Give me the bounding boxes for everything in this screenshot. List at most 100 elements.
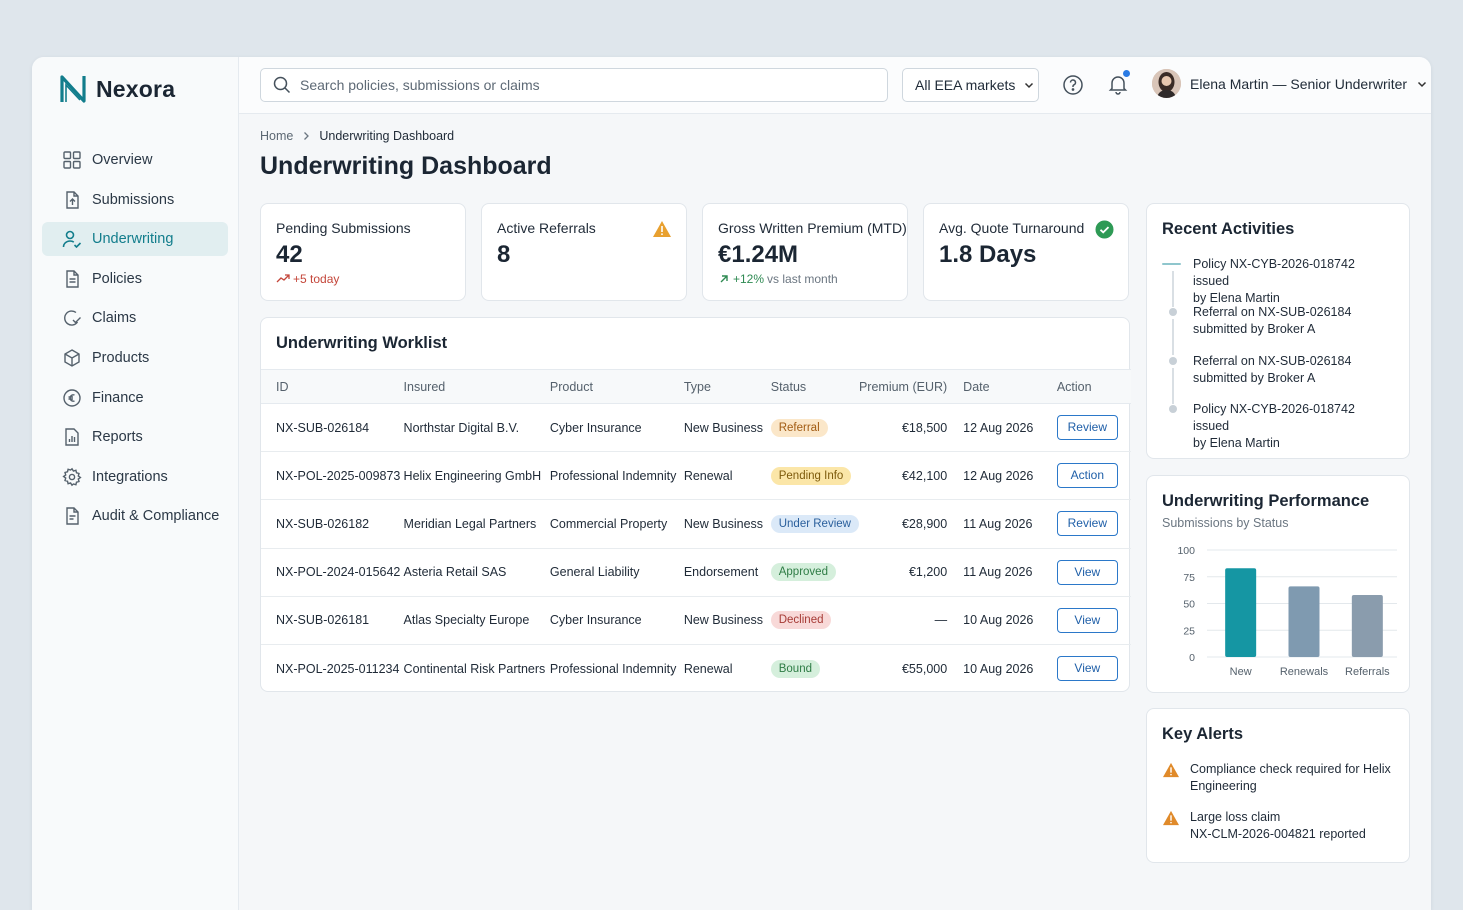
avatar	[1152, 69, 1181, 98]
cell-type: Renewal	[683, 661, 733, 676]
cell-premium: €42,100	[901, 468, 948, 483]
column-header[interactable]: ID	[261, 370, 404, 404]
cell-product: Commercial Property	[549, 516, 668, 531]
activity-item[interactable]: Referral on NX-SUB-026184 submitted by B…	[1162, 304, 1392, 356]
view-button[interactable]: View	[1056, 607, 1118, 633]
cell-action: View	[1043, 548, 1131, 596]
help-icon[interactable]	[1062, 74, 1084, 96]
page-title: Underwriting Dashboard	[260, 152, 552, 180]
user-menu[interactable]: Elena Martin — Senior Underwriter	[1152, 69, 1428, 98]
table-row[interactable]: NX-SUB-026182 Meridian Legal Partners Co…	[261, 500, 1131, 549]
activity-subtext: by Elena Martin	[1193, 436, 1280, 451]
table-row[interactable]: NX-SUB-026184 Northstar Digital B.V. Cyb…	[261, 404, 1131, 452]
worklist-title: Underwriting Worklist	[276, 334, 448, 352]
view-button[interactable]: View	[1056, 559, 1118, 585]
cell-premium: €55,000	[901, 661, 948, 676]
kpi-delta-suffix: vs last month	[767, 272, 838, 286]
sidebar-item-policies[interactable]: Policies	[42, 262, 228, 296]
table-row[interactable]: NX-SUB-026181 Atlas Specialty Europe Cyb…	[261, 596, 1131, 645]
sidebar-item-claims[interactable]: Claims	[42, 301, 228, 335]
review-button[interactable]: Review	[1056, 511, 1118, 537]
warning-icon	[1163, 762, 1179, 778]
notification-dot	[1123, 70, 1130, 77]
column-header[interactable]: Status	[771, 370, 859, 404]
notifications-button[interactable]	[1107, 70, 1130, 100]
kpi-value: 42	[276, 241, 303, 268]
kpi-label: Pending Submissions	[276, 220, 411, 236]
alert-item[interactable]: Large loss claim NX-CLM-2026-004821 repo…	[1162, 809, 1402, 843]
cell-status: Pending Info	[770, 452, 859, 500]
review-button[interactable]: Review	[1056, 415, 1118, 441]
column-header[interactable]: Type	[684, 370, 771, 404]
timeline-line	[1172, 319, 1174, 356]
brand-logo[interactable]: Nexora	[59, 74, 175, 104]
activity-item[interactable]: Referral on NX-SUB-026184 submitted by B…	[1162, 353, 1392, 404]
cell-action: View	[1043, 644, 1131, 692]
cell-product: Professional Indemnity	[549, 468, 677, 483]
status-badge: Referral	[770, 418, 828, 437]
cell-type: New Business	[683, 420, 764, 435]
bar-renewals[interactable]	[1288, 586, 1320, 657]
panel-title: Underwriting Performance	[1162, 492, 1370, 510]
x-tick-label: New	[1230, 666, 1252, 678]
column-header[interactable]: Date	[963, 370, 1043, 404]
kpi-card-avg-quote-turnaround[interactable]: Avg. Quote Turnaround 1.8 Days	[923, 203, 1129, 301]
breadcrumb-home[interactable]: Home	[260, 129, 293, 143]
timeline-marker	[1169, 308, 1177, 317]
market-select[interactable]: All EEA markets	[902, 68, 1039, 102]
cell-premium: €18,500	[901, 420, 948, 435]
kpi-card-gross-written-premium[interactable]: Gross Written Premium (MTD) €1.24M +12% …	[702, 203, 908, 301]
cell-insured: Meridian Legal Partners	[403, 516, 537, 531]
cell-premium: €1,200	[908, 565, 948, 580]
column-header[interactable]: Insured	[404, 370, 550, 404]
cell-type: Endorsement	[683, 565, 759, 580]
activity-item[interactable]: Policy NX-CYB-2026-018742 issued by Elen…	[1162, 401, 1392, 451]
kpi-label: Active Referrals	[497, 220, 596, 236]
kpi-card-active-referrals[interactable]: Active Referrals 8	[481, 203, 687, 301]
kpi-delta-value: +12%	[733, 272, 765, 286]
sidebar-item-finance[interactable]: Finance	[42, 381, 228, 415]
sidebar-item-submissions[interactable]: Submissions	[42, 183, 228, 217]
kpi-value: €1.24M	[718, 241, 799, 268]
timeline-line	[1172, 271, 1174, 307]
sidebar-nav: Overview Submissions Underwriting Polici…	[42, 143, 228, 539]
column-header[interactable]: Product	[550, 370, 684, 404]
cell-status: Approved	[770, 548, 859, 596]
activity-item[interactable]: Policy NX-CYB-2026-018742 issued by Elen…	[1162, 256, 1392, 307]
alert-subtext: NX-CLM-2026-004821 reported	[1190, 827, 1366, 841]
status-badge: Declined	[770, 611, 832, 630]
y-tick-label: 100	[1177, 545, 1195, 557]
action-button[interactable]: Action	[1056, 463, 1118, 489]
bar-referrals[interactable]	[1351, 594, 1383, 657]
column-header[interactable]: Action	[1043, 370, 1131, 404]
table-row[interactable]: NX-POL-2025-009873 Helix Engineering Gmb…	[261, 452, 1131, 500]
brand-name: Nexora	[96, 75, 176, 102]
search-input[interactable]	[300, 77, 860, 93]
column-header[interactable]: Premium (EUR)	[859, 370, 963, 404]
sidebar-item-integrations[interactable]: Integrations	[42, 460, 228, 494]
cell-id: NX-SUB-026181	[276, 613, 370, 628]
cell-date: 10 Aug 2026	[963, 661, 1034, 676]
x-tick-label: Renewals	[1280, 666, 1329, 678]
alert-item[interactable]: Compliance check required for Helix Engi…	[1162, 761, 1402, 795]
table-row[interactable]: NX-POL-2025-011234 Continental Risk Part…	[261, 644, 1131, 692]
grid-icon	[63, 151, 81, 169]
kpi-card-pending-submissions[interactable]: Pending Submissions 42 +5 today	[260, 203, 466, 301]
view-button[interactable]: View	[1056, 656, 1118, 682]
sidebar-item-audit-compliance[interactable]: Audit & Compliance	[42, 499, 228, 533]
sidebar-item-overview[interactable]: Overview	[42, 143, 228, 177]
sidebar-item-reports[interactable]: Reports	[42, 420, 228, 454]
cell-insured: Northstar Digital B.V.	[403, 420, 520, 435]
search-box[interactable]	[260, 68, 888, 102]
sidebar-item-products[interactable]: Products	[42, 341, 228, 375]
gear-icon	[62, 467, 82, 487]
cell-product: Professional Indemnity	[549, 661, 677, 676]
status-badge: Bound	[770, 659, 820, 678]
sidebar-item-underwriting[interactable]: Underwriting	[42, 222, 228, 257]
status-badge: Approved	[770, 563, 836, 582]
timeline-line	[1172, 367, 1174, 404]
cell-status: Bound	[770, 644, 859, 692]
table-row[interactable]: NX-POL-2024-015642 Asteria Retail SAS Ge…	[261, 548, 1131, 597]
worklist-table: ID Insured Product Type Status Premium (…	[261, 369, 1131, 693]
bar-new[interactable]	[1225, 568, 1257, 657]
